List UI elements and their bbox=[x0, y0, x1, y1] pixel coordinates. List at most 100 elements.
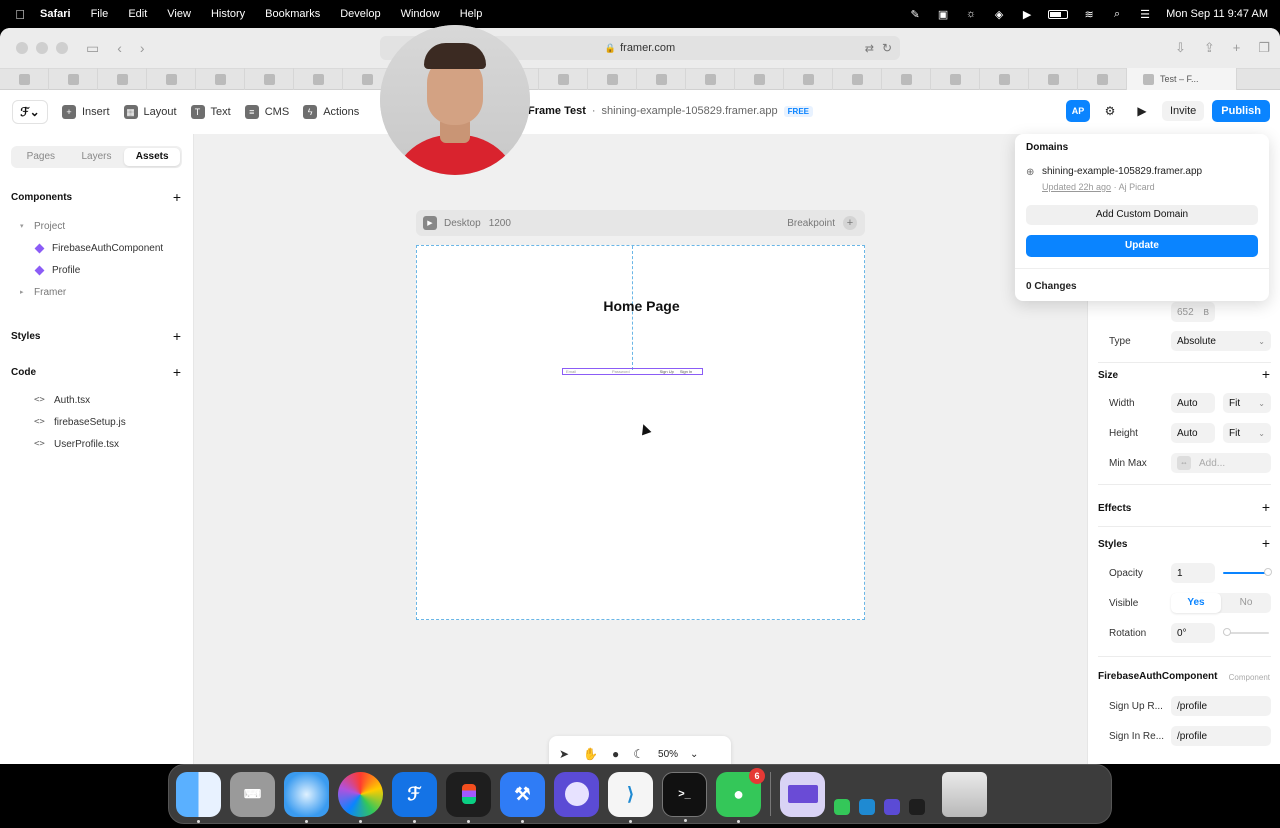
recorder-mini-icon[interactable] bbox=[884, 799, 900, 815]
vscode-icon[interactable]: ⟩ bbox=[608, 771, 653, 823]
play-status-icon[interactable]: ▶ bbox=[1020, 8, 1034, 21]
opacity-input[interactable]: 1 bbox=[1171, 563, 1215, 583]
downloads-icon[interactable]: ⇩ bbox=[1175, 40, 1186, 56]
width-mode-select[interactable]: Fit ⌄ bbox=[1223, 393, 1271, 413]
invite-button[interactable]: Invite bbox=[1161, 101, 1205, 121]
close-window-button[interactable] bbox=[16, 42, 28, 54]
zoom-window-button[interactable] bbox=[56, 42, 68, 54]
tab[interactable] bbox=[686, 68, 735, 90]
breakpoint-label[interactable]: Breakpoint bbox=[787, 218, 835, 229]
menu-file[interactable]: File bbox=[91, 8, 109, 20]
add-code-icon[interactable]: + bbox=[173, 364, 181, 380]
code-file-user-profile[interactable]: <> UserProfile.tsx bbox=[0, 433, 193, 455]
frame-header[interactable]: ▶ Desktop 1200 Breakpoint + bbox=[416, 210, 865, 236]
control-center-icon[interactable]: ☰ bbox=[1138, 8, 1152, 21]
brightness-icon[interactable]: ☼ bbox=[964, 8, 978, 20]
screen-capture-icon[interactable]: ▣ bbox=[936, 8, 950, 21]
vscode-mini-icon[interactable] bbox=[859, 799, 875, 815]
firebase-auth-component[interactable]: Email Password Sign Up Sign In bbox=[562, 368, 703, 375]
tab[interactable] bbox=[294, 68, 343, 90]
sign-up-button[interactable]: Sign Up bbox=[660, 369, 674, 374]
layers-status-icon[interactable]: ◈ bbox=[992, 8, 1006, 21]
tab[interactable] bbox=[980, 68, 1029, 90]
tab[interactable] bbox=[539, 68, 588, 90]
spotlight-search-icon[interactable]: ⌕ bbox=[1110, 8, 1124, 20]
finder-icon[interactable] bbox=[176, 771, 221, 823]
menu-help[interactable]: Help bbox=[460, 8, 483, 20]
tab[interactable] bbox=[245, 68, 294, 90]
user-avatar[interactable]: AP bbox=[1065, 100, 1090, 122]
height-mode-select[interactable]: Fit ⌄ bbox=[1223, 423, 1271, 443]
component-firebase-auth[interactable]: FirebaseAuthComponent bbox=[0, 237, 193, 259]
trash-icon[interactable] bbox=[942, 771, 987, 817]
signup-redirect-input[interactable]: /profile bbox=[1171, 696, 1271, 716]
safari-icon[interactable] bbox=[284, 771, 329, 823]
terminal-icon[interactable]: >_ bbox=[662, 771, 707, 822]
battery-icon[interactable] bbox=[1048, 9, 1069, 19]
figma-icon[interactable] bbox=[446, 771, 491, 823]
publish-button[interactable]: Publish bbox=[1212, 100, 1270, 122]
select-tool-icon[interactable]: ➤ bbox=[559, 747, 569, 761]
zoom-select[interactable]: 50% ⌄ bbox=[658, 749, 698, 760]
menu-bookmarks[interactable]: Bookmarks bbox=[265, 8, 320, 20]
wifi-icon[interactable]: ≋ bbox=[1082, 8, 1096, 21]
email-field[interactable]: Email bbox=[566, 369, 576, 374]
sidebar-toggle-icon[interactable]: ▭ bbox=[86, 40, 99, 57]
position-bottom-input[interactable]: 652 B bbox=[1171, 302, 1215, 322]
menu-edit[interactable]: Edit bbox=[128, 8, 147, 20]
cms-button[interactable]: ≡ CMS bbox=[244, 105, 289, 119]
domain-link[interactable]: shining-example-105829.framer.app bbox=[1042, 166, 1202, 177]
rotation-slider-handle[interactable] bbox=[1223, 628, 1231, 636]
add-style-icon[interactable]: + bbox=[1262, 535, 1270, 551]
framer-menu-button[interactable]: ℱ⌄ bbox=[12, 100, 48, 124]
tab[interactable] bbox=[588, 68, 637, 90]
screen-recorder-icon[interactable] bbox=[554, 771, 599, 817]
tab-active[interactable]: Test – F... bbox=[1127, 68, 1237, 90]
tab[interactable] bbox=[1078, 68, 1127, 90]
tab[interactable] bbox=[882, 68, 931, 90]
visible-no-option[interactable]: No bbox=[1221, 593, 1271, 613]
menu-window[interactable]: Window bbox=[401, 8, 440, 20]
layout-button[interactable]: ▦ Layout bbox=[123, 105, 177, 119]
rotation-input[interactable]: 0° bbox=[1171, 623, 1215, 643]
height-input[interactable]: Auto bbox=[1171, 423, 1215, 443]
tab-overview-icon[interactable]: ❐ bbox=[1258, 40, 1270, 56]
translate-icon[interactable]: ⇄ bbox=[865, 42, 874, 55]
preview-play-icon[interactable]: ▶ bbox=[1130, 100, 1154, 122]
messages-icon[interactable]: ● 6 bbox=[716, 767, 765, 823]
tab[interactable] bbox=[735, 68, 784, 90]
tab[interactable] bbox=[784, 68, 833, 90]
code-file-auth[interactable]: <> Auth.tsx bbox=[0, 389, 193, 411]
minmax-toggle-icon[interactable]: ⇔ bbox=[1177, 456, 1191, 470]
tab[interactable] bbox=[147, 68, 196, 90]
add-style-icon[interactable]: + bbox=[173, 328, 181, 344]
apple-icon[interactable]:  bbox=[0, 7, 40, 22]
insert-button[interactable]: + Insert bbox=[62, 105, 110, 119]
add-size-icon[interactable]: + bbox=[1262, 366, 1270, 382]
framer-app-icon[interactable]: ℱ bbox=[392, 771, 437, 823]
menu-develop[interactable]: Develop bbox=[340, 8, 380, 20]
tab[interactable] bbox=[931, 68, 980, 90]
color-picker-app-icon[interactable] bbox=[338, 771, 383, 823]
component-profile[interactable]: Profile bbox=[0, 259, 193, 281]
xcode-icon[interactable]: ⚒ bbox=[500, 771, 545, 823]
comment-tool-icon[interactable]: ● bbox=[612, 747, 619, 761]
opacity-slider-handle[interactable] bbox=[1264, 568, 1272, 576]
reload-icon[interactable]: ↻ bbox=[882, 41, 892, 55]
grammarly-icon[interactable]: ✎ bbox=[908, 8, 922, 21]
new-tab-icon[interactable]: + bbox=[1233, 40, 1241, 56]
project-title[interactable]: Frame Test · shining-example-105829.fram… bbox=[528, 105, 813, 117]
minmax-input[interactable]: ⇔ Add... bbox=[1171, 453, 1271, 473]
dark-mode-icon[interactable]: ☾ bbox=[633, 747, 644, 761]
tab[interactable] bbox=[833, 68, 882, 90]
back-icon[interactable]: ‹ bbox=[117, 40, 122, 56]
minimize-window-button[interactable] bbox=[36, 42, 48, 54]
signin-redirect-input[interactable]: /profile bbox=[1171, 726, 1271, 746]
minimized-window-thumbnail[interactable] bbox=[780, 771, 825, 817]
menu-app-name[interactable]: Safari bbox=[40, 8, 71, 20]
tab[interactable] bbox=[637, 68, 686, 90]
tab-assets[interactable]: Assets bbox=[124, 148, 181, 166]
messages-mini-icon[interactable] bbox=[834, 799, 850, 815]
width-input[interactable]: Auto bbox=[1171, 393, 1215, 413]
page-heading[interactable]: Home Page bbox=[417, 298, 866, 314]
